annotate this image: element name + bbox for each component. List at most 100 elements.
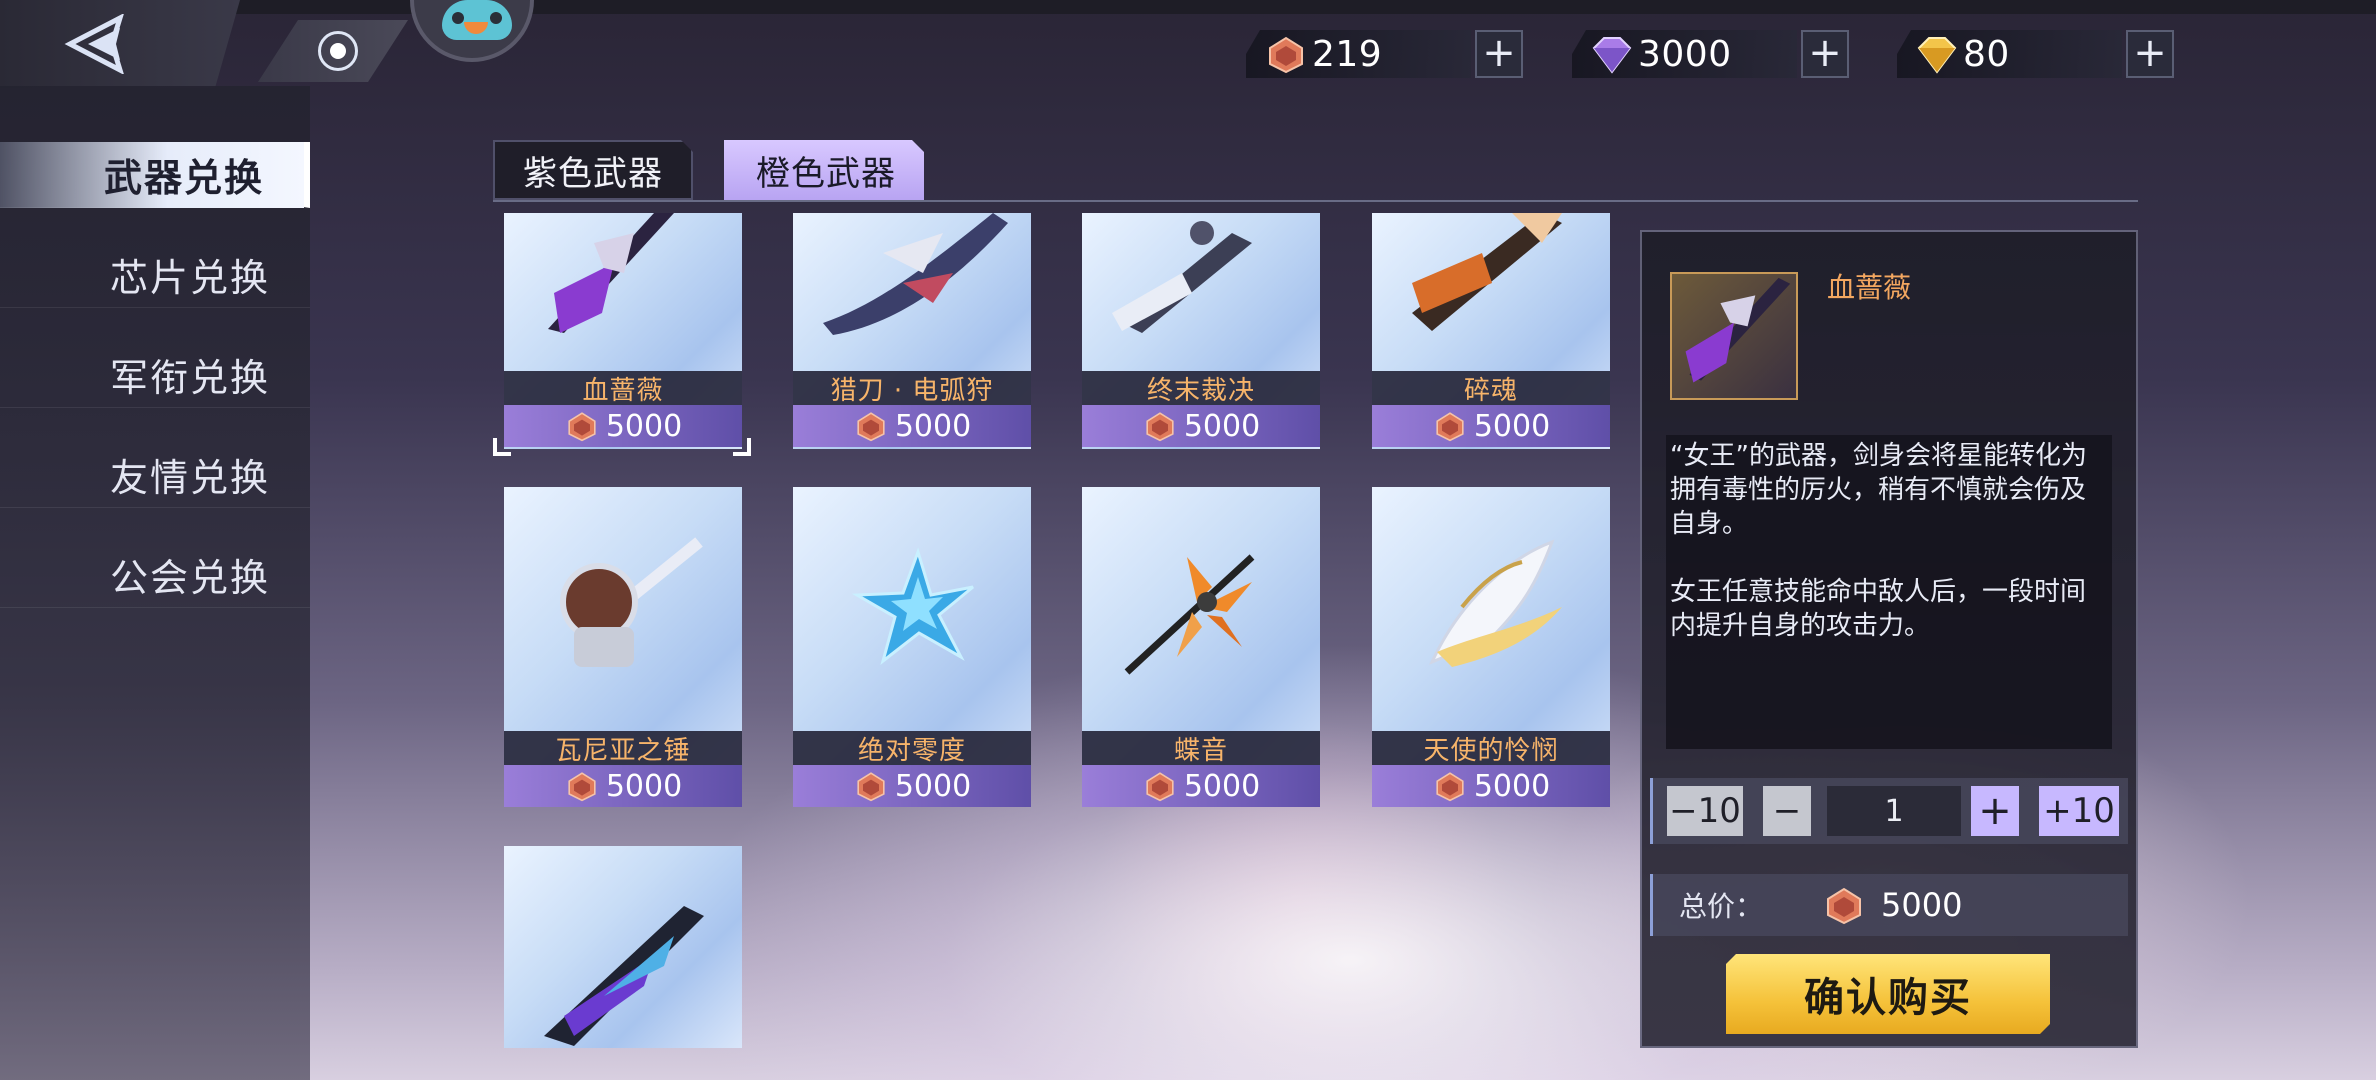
weapon-price-value: 5000 bbox=[894, 768, 972, 804]
tab-purple-weapons[interactable]: 紫色武器 bbox=[493, 140, 693, 200]
weapon-butterfly-sound-art bbox=[1124, 554, 1255, 675]
weapon-price: 5000 bbox=[1372, 405, 1610, 447]
ticket-icon bbox=[1827, 887, 1862, 925]
weapon-price-value: 5000 bbox=[605, 768, 683, 804]
currency-gold-gem-value: 80 bbox=[1963, 33, 2010, 75]
weapon-price: 5000 bbox=[1082, 765, 1320, 807]
weapon-card[interactable]: 终末裁决 5000 bbox=[1082, 213, 1320, 449]
currency-purple-gem: 3000 + bbox=[1572, 26, 1849, 82]
weapon-price: 5000 bbox=[793, 405, 1031, 447]
sidebar-item-friendship-exchange[interactable]: 友情兑换 bbox=[0, 442, 310, 508]
tab-orange-weapons[interactable]: 橙色武器 bbox=[724, 140, 924, 200]
quantity-field[interactable]: 1 bbox=[1827, 786, 1961, 836]
sidebar-item-weapon-exchange[interactable]: 武器兑换 bbox=[0, 142, 310, 208]
record-icon bbox=[318, 31, 358, 71]
weapon-price: 5000 bbox=[1372, 765, 1610, 807]
back-button[interactable] bbox=[0, 0, 240, 88]
weapon-card[interactable]: 瓦尼亚之锤 5000 bbox=[504, 487, 742, 807]
weapon-price-value: 5000 bbox=[605, 408, 683, 444]
weapon-card[interactable]: 碎魂 5000 bbox=[1372, 213, 1610, 449]
weapon-vania-hammer-art bbox=[560, 537, 703, 667]
purple-gem-icon bbox=[1592, 37, 1632, 74]
sidebar-item-guild-exchange[interactable]: 公会兑换 bbox=[0, 542, 310, 608]
weapon-absolute-zero-art bbox=[851, 547, 974, 665]
currency-ticket: 219 + bbox=[1246, 26, 1523, 82]
weapon-name: 天使的怜悯 bbox=[1372, 731, 1610, 766]
weapon-name: 碎魂 bbox=[1372, 371, 1610, 406]
tab-divider bbox=[493, 200, 2138, 202]
ticket-icon bbox=[1269, 36, 1303, 74]
ticket-icon bbox=[568, 772, 596, 802]
weapon-blood-rose-art bbox=[548, 213, 674, 333]
weapon-dark-blade-art bbox=[544, 906, 704, 1046]
weapon-price-value: 5000 bbox=[894, 408, 972, 444]
plus-ten-button[interactable]: +10 bbox=[2039, 786, 2119, 836]
add-ticket-button[interactable]: + bbox=[1475, 30, 1523, 78]
ticket-icon bbox=[1436, 772, 1464, 802]
quantity-stepper: −10 − 1 + +10 bbox=[1650, 778, 2128, 844]
ticket-icon bbox=[1146, 412, 1174, 442]
add-purple-gem-button[interactable]: + bbox=[1801, 30, 1849, 78]
currency-gold-gem: 80 + bbox=[1897, 26, 2174, 82]
weapon-name: 瓦尼亚之锤 bbox=[504, 731, 742, 766]
sidebar: 武器兑换 芯片兑换 军衔兑换 友情兑换 公会兑换 bbox=[0, 86, 310, 1080]
weapon-card[interactable]: 绝对零度 5000 bbox=[793, 487, 1031, 807]
back-arrow-icon bbox=[64, 14, 125, 74]
add-gold-gem-button[interactable]: + bbox=[2126, 30, 2174, 78]
selection-corner-bottom-left bbox=[493, 438, 511, 456]
weapon-price: 5000 bbox=[1082, 405, 1320, 447]
weapon-soul-shatter-art bbox=[1412, 213, 1562, 331]
weapon-price: 5000 bbox=[504, 405, 742, 447]
weapon-price-value: 5000 bbox=[1473, 408, 1551, 444]
weapon-name: 猎刀 · 电弧狩 bbox=[793, 371, 1031, 406]
selected-weapon-title: 血蔷薇 bbox=[1827, 271, 1912, 304]
ticket-icon bbox=[1146, 772, 1174, 802]
selection-corner-bottom-right bbox=[733, 438, 751, 456]
confirm-purchase-button[interactable]: 确认购买 bbox=[1726, 954, 2050, 1034]
ticket-icon bbox=[568, 412, 596, 442]
weapon-card[interactable]: 蝶音 5000 bbox=[1082, 487, 1320, 807]
avatar-eye-left bbox=[452, 12, 464, 24]
weapon-price-value: 5000 bbox=[1473, 768, 1551, 804]
weapon-name: 蝶音 bbox=[1082, 731, 1320, 766]
sidebar-item-chip-exchange[interactable]: 芯片兑换 bbox=[0, 242, 310, 308]
top-bar bbox=[0, 0, 2376, 14]
total-price-value: 5000 bbox=[1881, 886, 1963, 924]
ticket-icon bbox=[857, 772, 885, 802]
weapon-price: 5000 bbox=[504, 765, 742, 807]
weapon-name: 血蔷薇 bbox=[504, 371, 742, 406]
avatar-eye-right bbox=[490, 12, 502, 24]
total-price-label: 总价： bbox=[1679, 890, 1764, 923]
minus-ten-button[interactable]: −10 bbox=[1667, 786, 1743, 836]
currency-gold-gem-box: 80 bbox=[1897, 30, 2122, 78]
weapon-price-value: 5000 bbox=[1183, 408, 1261, 444]
total-price-row: 总价： 5000 bbox=[1650, 874, 2128, 936]
plus-one-button[interactable]: + bbox=[1971, 786, 2019, 836]
weapon-price: 5000 bbox=[793, 765, 1031, 807]
weapon-arc-hunter-art bbox=[823, 213, 1008, 335]
currency-purple-gem-box: 3000 bbox=[1572, 30, 1797, 78]
weapon-name: 终末裁决 bbox=[1082, 371, 1320, 406]
gold-gem-icon bbox=[1917, 37, 1957, 74]
weapon-description: “女王”的武器，剑身会将星能转化为拥有毒性的厉火，稍有不慎就会伤及自身。 女王任… bbox=[1666, 435, 2112, 749]
ticket-icon bbox=[1436, 412, 1464, 442]
currency-ticket-box: 219 bbox=[1246, 30, 1471, 78]
weapon-card[interactable]: 血蔷薇 5000 bbox=[504, 213, 742, 449]
weapon-blood-rose-thumb-icon bbox=[1685, 277, 1791, 383]
ticket-icon bbox=[857, 412, 885, 442]
currency-purple-gem-value: 3000 bbox=[1638, 33, 1732, 75]
weapon-card[interactable]: 天使的怜悯 5000 bbox=[1372, 487, 1610, 807]
avatar[interactable] bbox=[410, 0, 534, 62]
weapon-angel-mercy-art bbox=[1429, 539, 1562, 667]
weapon-final-judgment-art bbox=[1112, 221, 1252, 333]
weapon-name: 绝对零度 bbox=[793, 731, 1031, 766]
weapon-card[interactable] bbox=[504, 846, 742, 1048]
weapon-detail-panel: 血蔷薇 “女王”的武器，剑身会将星能转化为拥有毒性的厉火，稍有不慎就会伤及自身。… bbox=[1640, 230, 2138, 1048]
weapon-price-value: 5000 bbox=[1183, 768, 1261, 804]
currency-ticket-value: 219 bbox=[1312, 33, 1383, 75]
weapon-card[interactable]: 猎刀 · 电弧狩 5000 bbox=[793, 213, 1031, 449]
sidebar-item-rank-exchange[interactable]: 军衔兑换 bbox=[0, 342, 310, 408]
selected-weapon-thumbnail bbox=[1670, 272, 1798, 400]
minus-one-button[interactable]: − bbox=[1763, 786, 1811, 836]
record-button[interactable] bbox=[258, 20, 408, 82]
